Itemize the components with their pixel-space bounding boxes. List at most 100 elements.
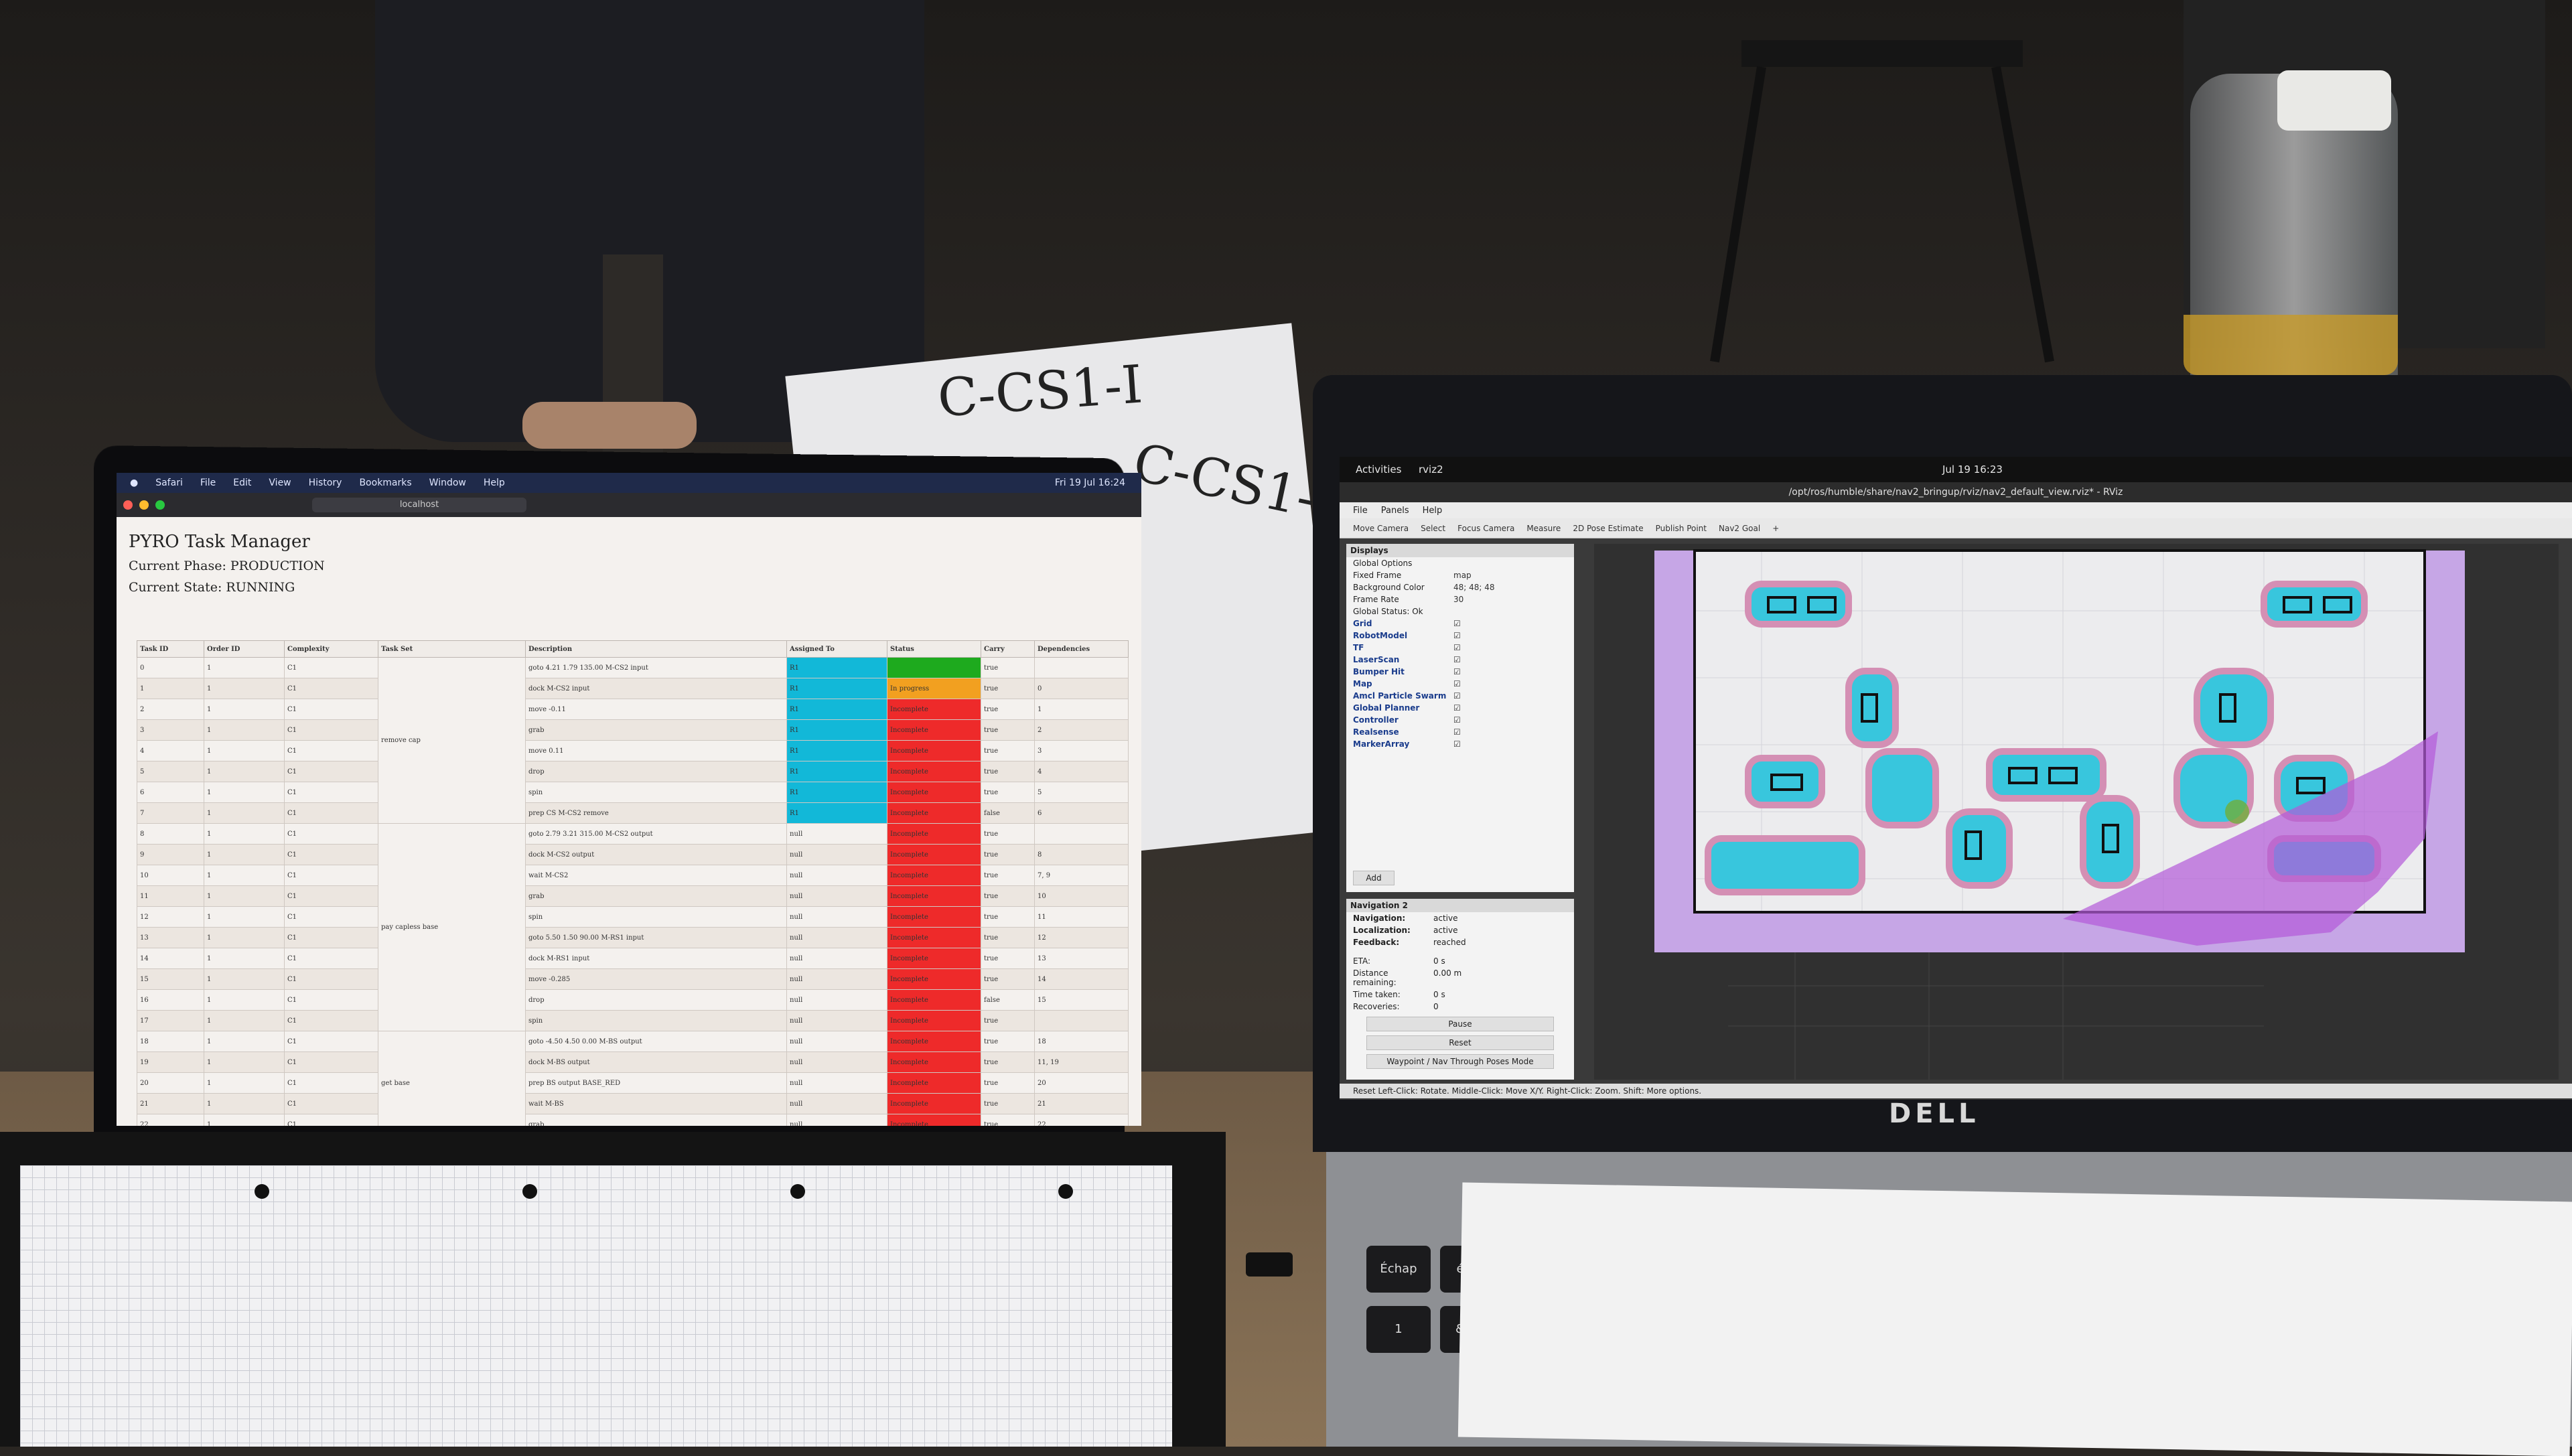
plugin-name: Amcl Particle Swarm: [1353, 691, 1447, 701]
minimize-window-button[interactable]: [139, 500, 149, 510]
table-cell-carry: true: [981, 740, 1035, 761]
table-row: 3 1 C1 grab R1 Incomplete true 2: [137, 719, 1129, 741]
key-1[interactable]: 1: [1366, 1306, 1431, 1353]
reset-button[interactable]: Reset: [1366, 1035, 1554, 1050]
checkbox-icon[interactable]: ☑: [1453, 679, 1461, 688]
plugin-name: MarkerArray: [1353, 739, 1410, 749]
menu-edit[interactable]: Edit: [233, 478, 251, 488]
url-bar[interactable]: localhost: [312, 498, 526, 512]
display-plugin-row[interactable]: Global Planner ☑: [1346, 702, 1574, 714]
display-option-row[interactable]: Global Status: Ok: [1346, 605, 1574, 617]
display-plugin-row[interactable]: RobotModel ☑: [1346, 630, 1574, 642]
checkbox-icon[interactable]: ☑: [1453, 727, 1461, 737]
close-window-button[interactable]: [123, 500, 133, 510]
table-cell-order: 1: [204, 1072, 285, 1094]
table-cell-status: Incomplete: [887, 823, 981, 845]
table-cell-id: 5: [137, 761, 204, 782]
tool-select[interactable]: Select: [1421, 524, 1445, 533]
display-option-row[interactable]: Frame Rate 30: [1346, 593, 1574, 605]
tool-2d-pose-estimate[interactable]: 2D Pose Estimate: [1573, 524, 1643, 533]
checkbox-icon[interactable]: ☑: [1453, 691, 1461, 701]
checkbox-icon[interactable]: ☑: [1453, 667, 1461, 676]
plus-icon[interactable]: +: [1772, 524, 1779, 533]
checkbox-icon[interactable]: ☑: [1453, 619, 1461, 628]
table-cell-status: Incomplete: [887, 1010, 981, 1031]
pause-button[interactable]: Pause: [1366, 1017, 1554, 1031]
tool-publish-point[interactable]: Publish Point: [1656, 524, 1707, 533]
menu-help[interactable]: Help: [484, 478, 505, 488]
menu-window[interactable]: Window: [429, 478, 466, 488]
add-display-button[interactable]: Add: [1353, 871, 1395, 885]
option-value: 48; 48; 48: [1453, 583, 1495, 592]
menu-file[interactable]: File: [1353, 506, 1368, 516]
zoom-window-button[interactable]: [155, 500, 165, 510]
displays-panel: Displays Global Options Fixed Frame map Bac…: [1346, 544, 1574, 892]
table-cell-desc: grab: [525, 885, 787, 907]
table-cell-task-set: pay capless base: [378, 823, 526, 1031]
page-title: PYRO Task Manager: [129, 532, 310, 552]
table-cell-status: In progress: [887, 678, 981, 699]
table-cell-carry: true: [981, 885, 1035, 907]
gnome-clock[interactable]: Jul 19 16:23: [1942, 463, 2003, 476]
table-cell-assigned: null: [786, 968, 887, 990]
menu-safari[interactable]: Safari: [155, 478, 183, 488]
table-row: 21 1 C1 wait M-BS null Incomplete true 21: [137, 1093, 1129, 1114]
display-plugin-row[interactable]: Realsense ☑: [1346, 726, 1574, 738]
display-plugin-row[interactable]: MarkerArray ☑: [1346, 738, 1574, 750]
table-cell-order: 1: [204, 885, 285, 907]
display-plugin-row[interactable]: LaserScan ☑: [1346, 654, 1574, 666]
table-cell-desc: drop: [525, 761, 787, 782]
display-plugin-row[interactable]: Controller ☑: [1346, 714, 1574, 726]
table-row: 11 1 C1 grab null Incomplete true 10: [137, 885, 1129, 907]
table-cell-status: Incomplete: [887, 906, 981, 928]
activities-button[interactable]: Activities: [1356, 463, 1401, 476]
table-cell-deps: 18: [1034, 1031, 1129, 1052]
display-plugin-row[interactable]: Bumper Hit ☑: [1346, 666, 1574, 678]
checkbox-icon[interactable]: ☑: [1453, 715, 1461, 725]
app-menu[interactable]: rviz2: [1419, 463, 1443, 476]
menu-view[interactable]: View: [269, 478, 291, 488]
table-cell-carry: true: [981, 844, 1035, 865]
checkbox-icon[interactable]: ☑: [1453, 655, 1461, 664]
table-row: 15 1 C1 move -0.285 null Incomplete true 14: [137, 968, 1129, 990]
menu-help[interactable]: Help: [1423, 506, 1443, 516]
display-option-row[interactable]: Fixed Frame map: [1346, 569, 1574, 581]
map-viewport[interactable]: [1594, 544, 2559, 1080]
table-cell-carry: true: [981, 678, 1035, 699]
tool-move-camera[interactable]: Move Camera: [1353, 524, 1409, 533]
table-cell-status: Incomplete: [887, 885, 981, 907]
display-option-row[interactable]: Background Color 48; 48; 48: [1346, 581, 1574, 593]
menu-history[interactable]: History: [309, 478, 342, 488]
table-cell-deps: 8: [1034, 844, 1129, 865]
checkbox-icon[interactable]: ☑: [1453, 703, 1461, 713]
table-cell-assigned: null: [786, 948, 887, 969]
display-plugin-row[interactable]: Map ☑: [1346, 678, 1574, 690]
table-cell-assigned: R1: [786, 719, 887, 741]
apple-icon[interactable]: ●: [130, 478, 138, 488]
table-row: 19 1 C1 dock M-BS output null Incomplete true 1…: [137, 1051, 1129, 1073]
display-plugin-row[interactable]: Amcl Particle Swarm ☑: [1346, 690, 1574, 702]
checkbox-icon[interactable]: ☑: [1453, 631, 1461, 640]
table-row: 17 1 C1 spin null Incomplete true: [137, 1010, 1129, 1031]
waypoint-mode-button[interactable]: Waypoint / Nav Through Poses Mode: [1366, 1054, 1554, 1069]
table-cell-cx: C1: [284, 844, 378, 865]
menu-file[interactable]: File: [200, 478, 216, 488]
menu-bookmarks[interactable]: Bookmarks: [359, 478, 411, 488]
menu-panels[interactable]: Panels: [1381, 506, 1409, 516]
table-cell-id: 20: [137, 1072, 204, 1094]
nav-label: Feedback:: [1353, 938, 1400, 947]
table-row: 22 1 C1 grab null Incomplete true 22: [137, 1114, 1129, 1126]
key-escape[interactable]: Échap: [1366, 1246, 1431, 1293]
table-cell-assigned: R1: [786, 699, 887, 720]
obstacle: [1986, 748, 2106, 802]
checkbox-icon[interactable]: ☑: [1453, 643, 1461, 652]
checkbox-icon[interactable]: ☑: [1453, 739, 1461, 749]
tool-measure[interactable]: Measure: [1526, 524, 1561, 533]
table-cell-carry: true: [981, 782, 1035, 803]
tool-focus-camera[interactable]: Focus Camera: [1457, 524, 1514, 533]
table-row: 13 1 C1 goto 5.50 1.50 90.00 M-RS1 input nul…: [137, 927, 1129, 948]
tool-nav2-goal[interactable]: Nav2 Goal: [1719, 524, 1760, 533]
display-plugin-row[interactable]: TF ☑: [1346, 642, 1574, 654]
display-option-row[interactable]: Global Options: [1346, 557, 1574, 569]
display-plugin-row[interactable]: Grid ☑: [1346, 617, 1574, 630]
